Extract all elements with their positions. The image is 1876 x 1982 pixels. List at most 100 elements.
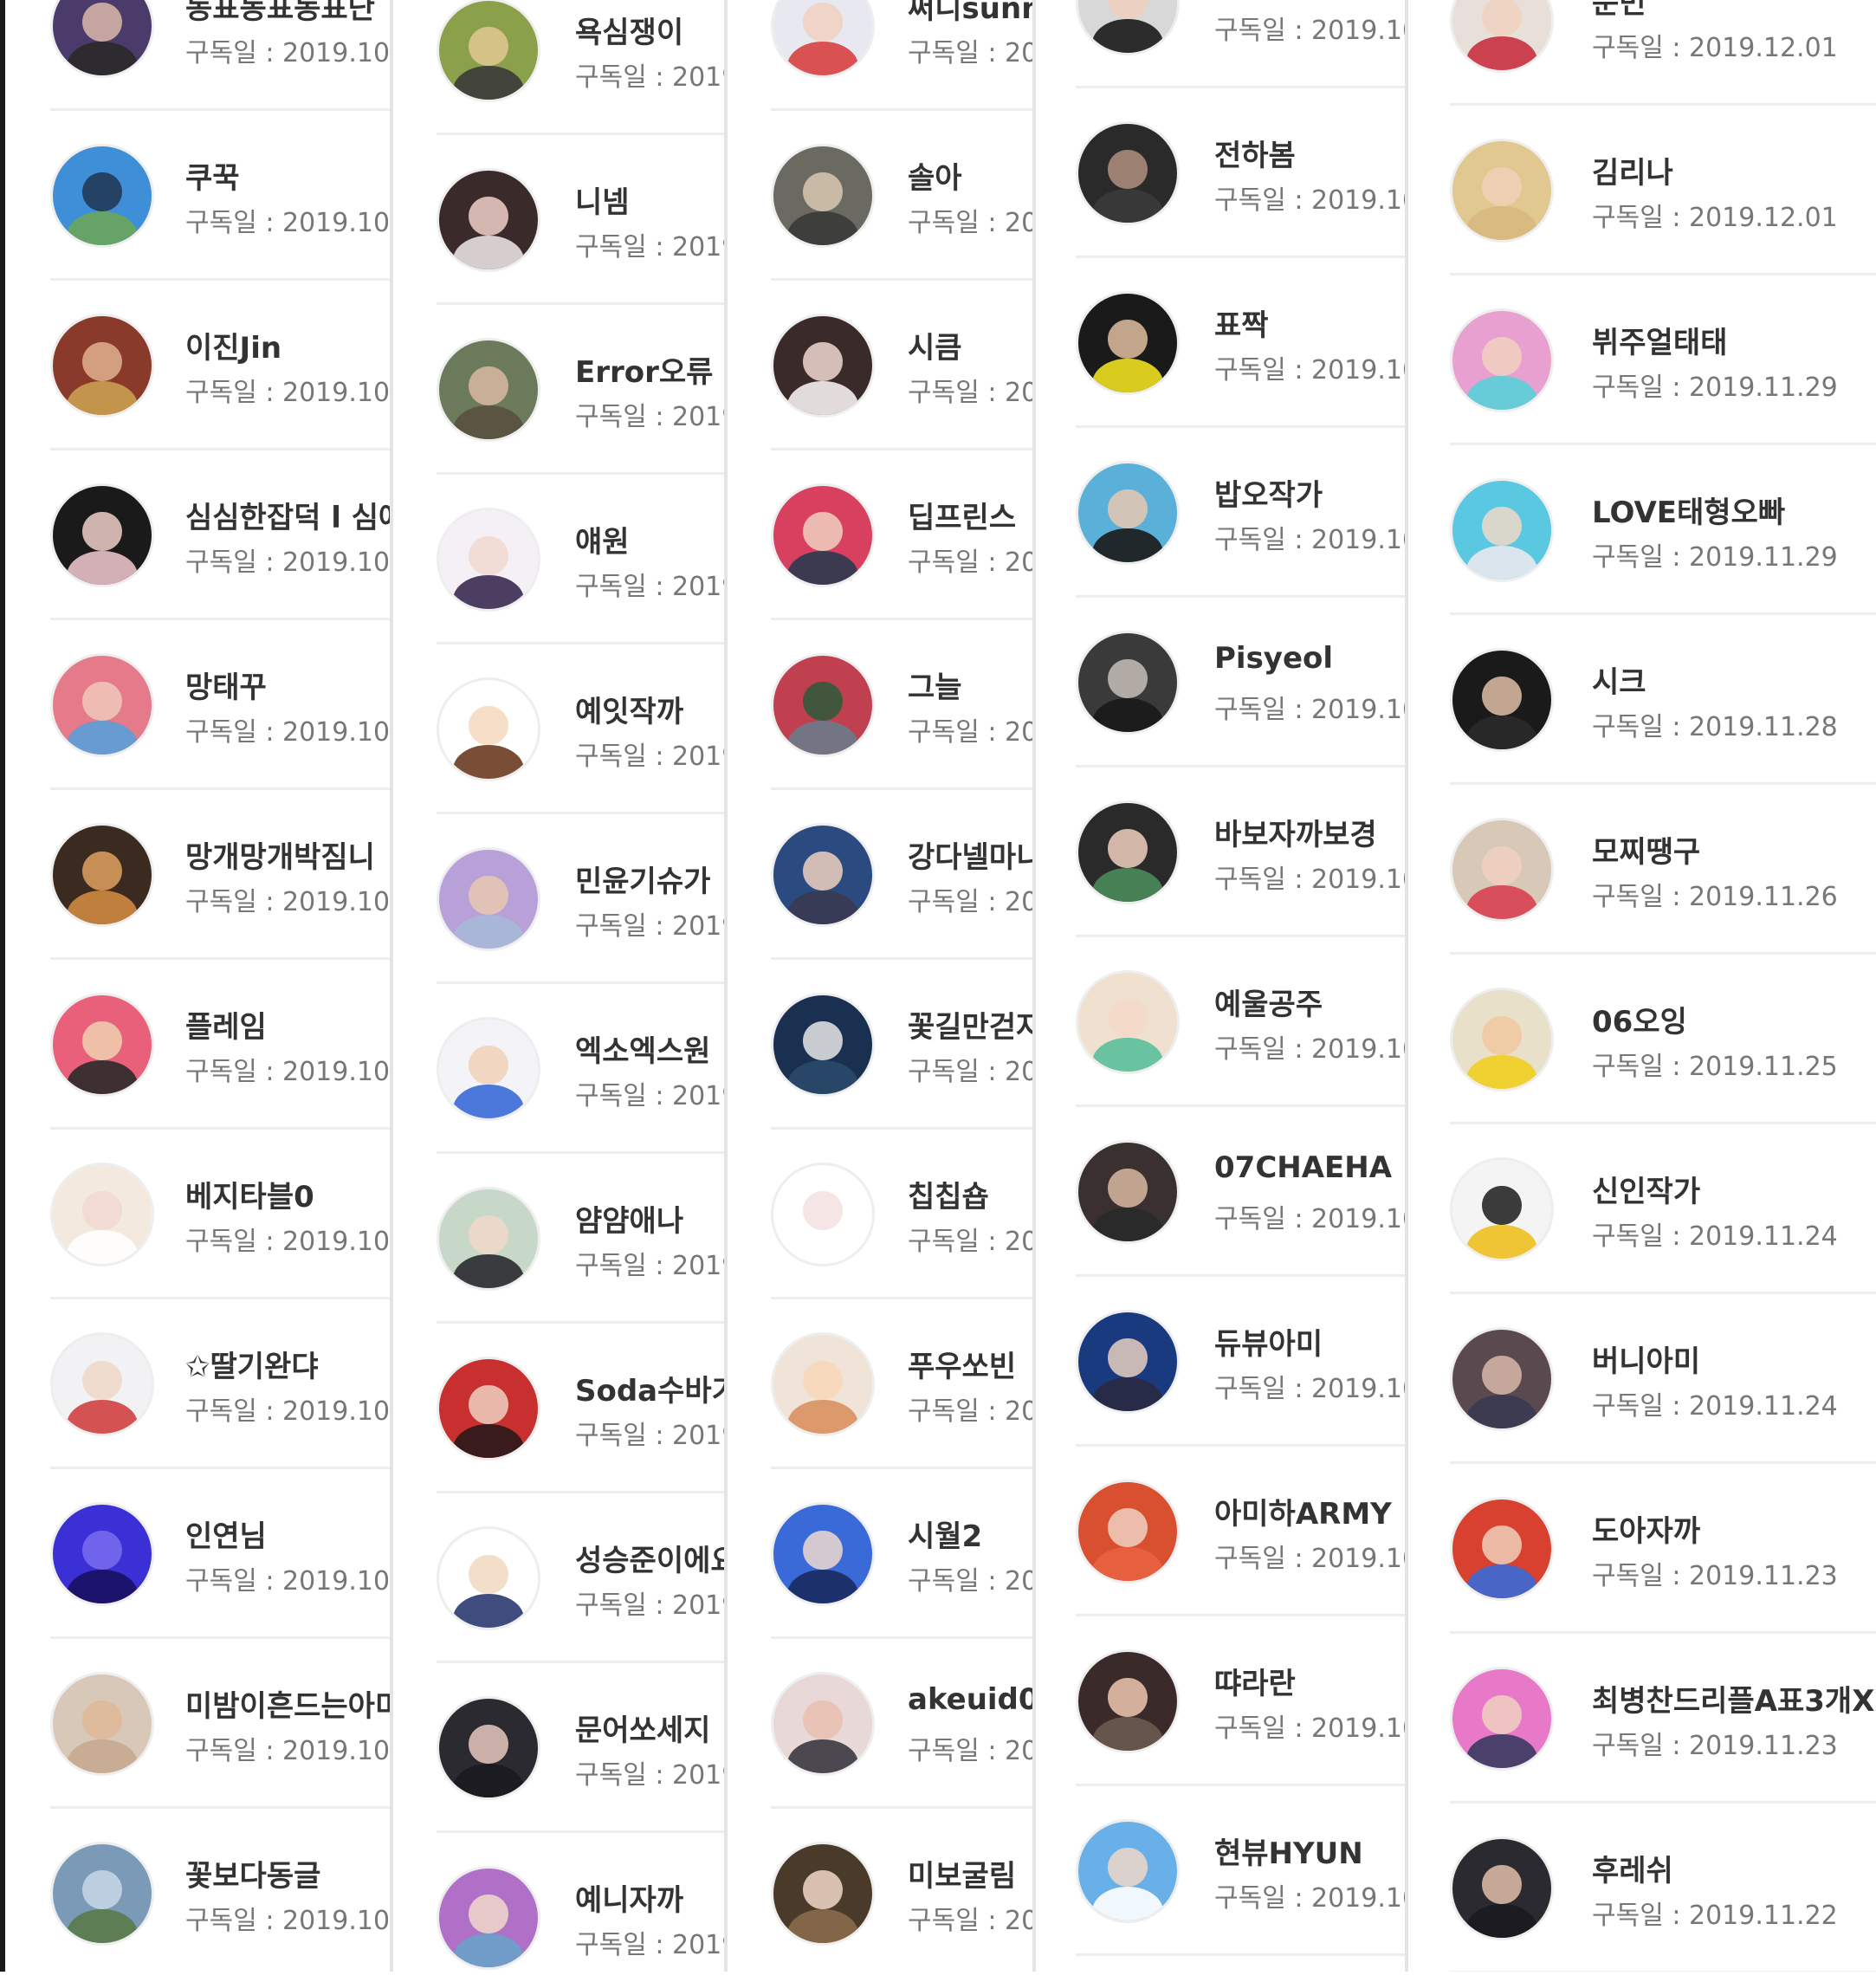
- subscriber-name[interactable]: 꽃보다동글: [185, 1852, 320, 1895]
- subscriber-row[interactable]: 표짝구독일 : 2019.10.26: [1034, 258, 1407, 428]
- subscriber-row[interactable]: 꽃길만걷자구독일 : 2019: [726, 960, 1034, 1130]
- subscriber-row[interactable]: 밥오작가구독일 : 2019.10.25: [1034, 428, 1407, 598]
- subscriber-row[interactable]: 강다넬마니구독일 : 2019: [726, 790, 1034, 960]
- subscriber-row[interactable]: 써니sunny 구독일 : 2019: [726, 0, 1034, 111]
- subscriber-name[interactable]: Error오류: [575, 348, 713, 391]
- avatar[interactable]: [437, 168, 540, 272]
- avatar[interactable]: [437, 338, 540, 442]
- avatar[interactable]: [1076, 1649, 1180, 1753]
- subscriber-row[interactable]: 꽃보다동글구독일 : 2019.10.09: [5, 1809, 391, 1979]
- subscriber-name[interactable]: 민윤기슈가: [575, 858, 710, 900]
- avatar[interactable]: [50, 1502, 154, 1606]
- subscriber-row[interactable]: 듀뷰아미구독일 : 2019.10.20: [1034, 1277, 1407, 1447]
- avatar[interactable]: [1076, 121, 1180, 225]
- subscriber-name[interactable]: 아미하ARMY: [1214, 1490, 1392, 1532]
- subscriber-name[interactable]: 최병찬드리플A표3개X친삭: [1592, 1677, 1876, 1720]
- subscriber-name[interactable]: 도아자까: [1592, 1507, 1700, 1550]
- subscriber-row[interactable]: 예니자까구독일 : 2019.11: [391, 1833, 726, 1982]
- subscriber-name[interactable]: 밥오작가: [1214, 471, 1323, 514]
- subscriber-name[interactable]: 시큼: [908, 324, 962, 366]
- avatar[interactable]: [1450, 0, 1554, 73]
- avatar[interactable]: [1450, 1327, 1554, 1431]
- subscriber-name[interactable]: 현뷰HYUN: [1214, 1830, 1363, 1872]
- avatar[interactable]: [771, 144, 875, 248]
- subscriber-row[interactable]: 06오잉 구독일 : 2019.11.25: [1407, 955, 1876, 1124]
- subscriber-name[interactable]: 문어쏘세지: [575, 1707, 710, 1749]
- avatar[interactable]: [771, 314, 875, 418]
- subscriber-name[interactable]: 시크: [1592, 658, 1646, 701]
- subscriber-name[interactable]: 이진Jin: [185, 324, 281, 366]
- subscriber-row[interactable]: 민윤기슈가구독일 : 2019.11: [391, 814, 726, 984]
- avatar[interactable]: [771, 1332, 875, 1436]
- subscriber-name[interactable]: LOVE태형오빠: [1592, 489, 1785, 531]
- subscriber-row[interactable]: 망개망개박짐니구독일 : 2019.10.13: [5, 790, 391, 960]
- subscriber-name[interactable]: 인연님: [185, 1512, 267, 1555]
- avatar[interactable]: [771, 993, 875, 1097]
- subscriber-row[interactable]: 쿠꾹구독일 : 2019.10.17: [5, 111, 391, 281]
- subscriber-name[interactable]: 예울공주: [1214, 981, 1323, 1023]
- subscriber-row[interactable]: 문어쏘세지구독일 : 2019.11: [391, 1663, 726, 1833]
- subscriber-row[interactable]: 이진Jin 구독일 : 2019.10.15: [5, 281, 391, 450]
- subscriber-row[interactable]: 최병찬드리플A표3개X친삭구독일 : 2019.11.23: [1407, 1634, 1876, 1804]
- subscriber-row[interactable]: Error오류구독일 : 2019.11: [391, 305, 726, 475]
- subscriber-name[interactable]: 표짝: [1214, 301, 1269, 344]
- avatar[interactable]: [437, 1866, 540, 1970]
- avatar[interactable]: [771, 0, 875, 78]
- avatar[interactable]: [50, 483, 154, 587]
- avatar[interactable]: [1076, 291, 1180, 395]
- subscriber-row[interactable]: 미보굴림구독일 : 2019: [726, 1809, 1034, 1979]
- avatar[interactable]: [1076, 1480, 1180, 1584]
- subscriber-name[interactable]: 베지타블0: [185, 1173, 314, 1215]
- avatar[interactable]: [1076, 461, 1180, 565]
- subscriber-name[interactable]: 망개망개박짐니: [185, 833, 375, 876]
- subscriber-row[interactable]: 망태꾸구독일 : 2019.10.13: [5, 620, 391, 790]
- subscriber-row[interactable]: 얌얌애나구독일 : 2019.11: [391, 1154, 726, 1324]
- subscriber-row[interactable]: 인연님구독일 : 2019.10.09: [5, 1469, 391, 1639]
- subscriber-name[interactable]: 후레쉬: [1592, 1847, 1673, 1889]
- subscriber-row[interactable]: 버니아미 구독일 : 2019.11.24: [1407, 1294, 1876, 1464]
- subscriber-row[interactable]: 딥프린스구독일 : 2019: [726, 450, 1034, 620]
- subscriber-name[interactable]: 딥프린스: [908, 494, 1016, 536]
- subscriber-name[interactable]: Soda수바기: [575, 1367, 726, 1409]
- subscriber-row[interactable]: LOVE태형오빠 구독일 : 2019.11.29: [1407, 445, 1876, 615]
- subscriber-name[interactable]: 엑소엑스원: [575, 1027, 710, 1070]
- subscriber-name[interactable]: 버니아미: [1592, 1338, 1700, 1380]
- avatar[interactable]: [1450, 1497, 1554, 1601]
- subscriber-row[interactable]: 땨라란구독일 : 2019.10.19: [1034, 1616, 1407, 1786]
- avatar[interactable]: [1450, 308, 1554, 412]
- avatar[interactable]: [771, 1842, 875, 1946]
- subscriber-row[interactable]: 엑소엑스원구독일 : 2019.11: [391, 984, 726, 1154]
- subscriber-name[interactable]: 예니자까: [575, 1876, 683, 1919]
- avatar[interactable]: [1450, 1667, 1554, 1771]
- avatar[interactable]: [1076, 0, 1180, 55]
- subscriber-row[interactable]: 심심한잡덕 l 심예구독일 : 2019.10.14: [5, 450, 391, 620]
- subscriber-row[interactable]: 동표동표동표단구독일 : 2019.10.18: [5, 0, 391, 111]
- avatar[interactable]: [1076, 1819, 1180, 1923]
- subscriber-name[interactable]: 06오잉: [1592, 998, 1687, 1040]
- subscriber-name[interactable]: 시월2: [908, 1512, 982, 1555]
- avatar[interactable]: [1450, 478, 1554, 582]
- avatar[interactable]: [1450, 139, 1554, 243]
- avatar[interactable]: [771, 653, 875, 757]
- avatar[interactable]: [50, 823, 154, 927]
- subscriber-row[interactable]: 시큼구독일 : 2019: [726, 281, 1034, 450]
- subscriber-name[interactable]: 뷔주얼태태: [1592, 319, 1727, 361]
- subscriber-name[interactable]: 땨라란: [1214, 1660, 1296, 1702]
- subscriber-name[interactable]: 니넴: [575, 178, 630, 221]
- subscriber-name[interactable]: 미보굴림: [908, 1852, 1016, 1895]
- avatar[interactable]: [437, 508, 540, 612]
- avatar[interactable]: [1076, 970, 1180, 1074]
- avatar[interactable]: [437, 0, 540, 102]
- subscriber-name[interactable]: 얘원: [575, 518, 630, 560]
- subscriber-row[interactable]: 망개떡사랑해용구독일 : 2019.10.27: [1034, 0, 1407, 88]
- avatar[interactable]: [771, 483, 875, 587]
- avatar[interactable]: [1076, 631, 1180, 735]
- subscriber-name[interactable]: 그늘: [908, 664, 962, 706]
- avatar[interactable]: [1450, 818, 1554, 922]
- subscriber-row[interactable]: 그늘구독일 : 2019: [726, 620, 1034, 790]
- avatar[interactable]: [1450, 648, 1554, 752]
- avatar[interactable]: [50, 144, 154, 248]
- avatar[interactable]: [50, 0, 154, 78]
- avatar[interactable]: [437, 1017, 540, 1121]
- subscriber-name[interactable]: 심심한잡덕 l 심예: [185, 494, 391, 536]
